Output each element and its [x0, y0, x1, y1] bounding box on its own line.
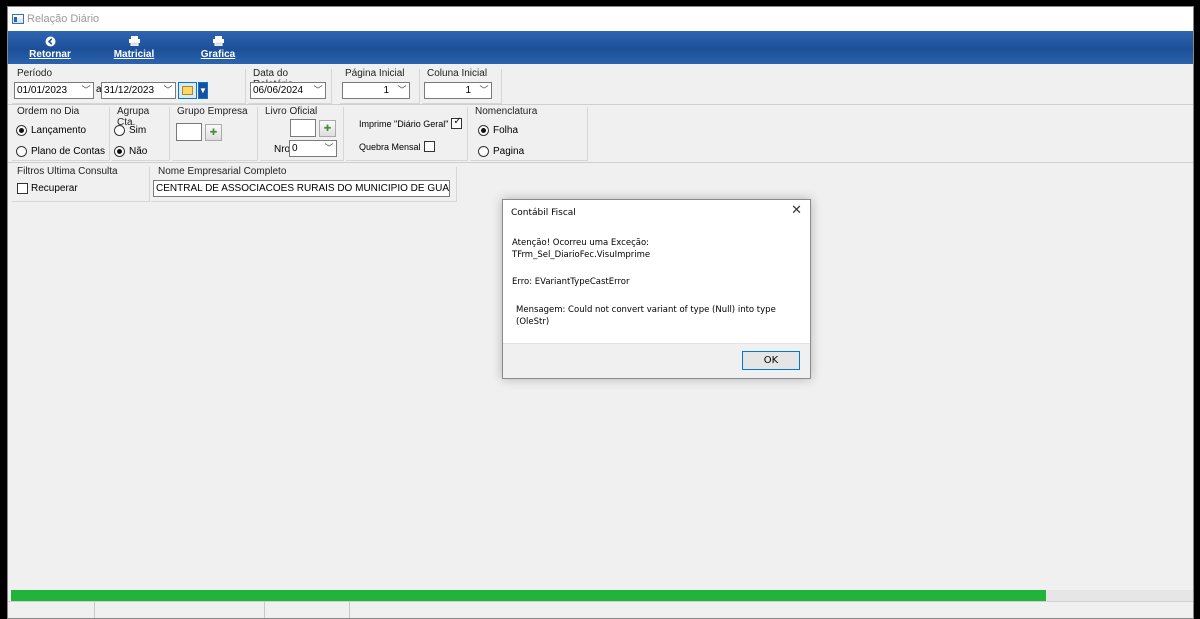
chevron-down-icon[interactable]: ﹀	[161, 83, 175, 98]
radio-sim[interactable]: Sim	[114, 125, 146, 136]
status-cell	[8, 602, 95, 618]
ok-button[interactable]: OK	[742, 351, 800, 370]
data-relatorio-field[interactable]: 06/06/2024 ﹀	[250, 82, 326, 99]
calendar-icon	[182, 86, 193, 95]
radio-pagina[interactable]: Pagina	[478, 146, 524, 157]
error-dialog: Contábil Fiscal ✕ Atenção! Ocorreu uma E…	[502, 199, 811, 379]
quebra-mensal-check[interactable]	[423, 141, 435, 152]
printer-icon	[128, 35, 140, 49]
nomenclatura-label: Nomenclatura	[474, 106, 539, 117]
radio-lancamento-circle[interactable]	[16, 125, 27, 136]
row-separator	[8, 104, 1193, 105]
periodo-to-value: 31/12/2023	[104, 85, 155, 96]
retornar-button[interactable]: Retornar	[8, 31, 92, 64]
dialog-line-4: Mensagem: Could not convert variant of t…	[516, 305, 776, 327]
pagina-inicial-label: Página Inicial	[344, 68, 406, 79]
nro-value: 0	[292, 143, 298, 154]
pagina-inicial-value: 1	[383, 85, 389, 96]
coluna-inicial-field[interactable]: 1 ﹀	[424, 82, 492, 99]
row-separator	[8, 162, 1193, 163]
radio-plano-de-contas[interactable]: Plano de Contas	[16, 146, 105, 157]
radio-lancamento[interactable]: Lançamento	[16, 125, 86, 136]
ordem-label: Ordem no Dia	[16, 106, 81, 117]
recuperar-checkbox[interactable]: Recuperar	[17, 183, 78, 194]
coluna-inicial-label: Coluna Inicial	[426, 68, 489, 79]
radio-plano-de-contas-label: Plano de Contas	[31, 146, 105, 157]
coluna-inicial-value: 1	[465, 85, 471, 96]
imprime-group	[346, 107, 468, 161]
radio-pagina-circle[interactable]	[478, 146, 489, 157]
chevron-down-icon[interactable]: ﹀	[395, 83, 409, 98]
matricial-label: Matricial	[113, 48, 155, 60]
dialog-line-2: TFrm_Sel_DiarioFec.VisuImprime	[512, 250, 651, 260]
nro-label: Nro	[274, 144, 291, 155]
livro-oficial-label: Livro Oficial	[264, 106, 319, 117]
nome-empresarial-field[interactable]: CENTRAL DE ASSOCIACOES RURAIS DO MUNICIP…	[153, 180, 450, 197]
radio-nao-label: Não	[129, 146, 148, 157]
grupo-empresa-label: Grupo Empresa	[176, 106, 249, 117]
grupo-empresa-input[interactable]	[176, 123, 202, 141]
imprime-diario-geral-label: Imprime "Diário Geral"	[359, 118, 449, 129]
radio-folha-circle[interactable]	[478, 125, 489, 136]
livro-oficial-input[interactable]	[290, 119, 316, 137]
dialog-line-3: Erro: EVariantTypeCastError	[512, 277, 630, 287]
dialog-title: Contábil Fiscal	[511, 208, 576, 218]
pagina-inicial-field[interactable]: 1 ﹀	[342, 82, 410, 99]
periodo-from-value: 01/01/2023	[17, 85, 68, 96]
grafica-label: Grafica	[200, 48, 236, 60]
chevron-down-icon[interactable]: ﹀	[477, 83, 491, 98]
app-window-icon	[12, 14, 24, 24]
calendar-dropdown-button[interactable]: ▼	[198, 82, 208, 99]
recuperar-check[interactable]	[17, 183, 28, 194]
chevron-down-icon[interactable]: ﹀	[311, 83, 325, 98]
back-arrow-icon	[45, 36, 56, 49]
radio-nao[interactable]: Não	[114, 146, 147, 157]
data-relatorio-value: 06/06/2024	[253, 85, 304, 96]
radio-folha[interactable]: Folha	[478, 125, 518, 136]
recuperar-label: Recuperar	[31, 183, 78, 194]
search-add-icon: ✚	[323, 123, 332, 133]
matricial-button[interactable]: Matricial	[92, 31, 176, 64]
quebra-mensal-label: Quebra Mensal	[359, 141, 421, 152]
dialog-line-1: Atenção! Ocorreu uma Exceção:	[512, 238, 650, 248]
radio-pagina-label: Pagina	[493, 146, 525, 157]
triangle-down-icon: ▼	[199, 86, 207, 95]
periodo-from-field[interactable]: 01/01/2023 ﹀	[14, 82, 94, 99]
status-bar	[8, 601, 1193, 618]
title-bar: Relação Diário	[8, 7, 1193, 31]
chevron-down-icon[interactable]: ﹀	[322, 141, 336, 156]
quebra-mensal-checkbox[interactable]: Quebra Mensal	[359, 141, 435, 152]
radio-sim-circle[interactable]	[114, 125, 125, 136]
grafica-button[interactable]: Grafica	[176, 31, 260, 64]
toolbar: Retornar Matricial Grafica	[8, 31, 1193, 64]
periodo-label: Período	[16, 68, 54, 79]
progress-fill	[11, 590, 1046, 601]
filtros-label: Filtros Ultima Consulta	[16, 166, 119, 177]
nome-empresarial-label: Nome Empresarial Completo	[157, 166, 288, 177]
livro-oficial-search-button[interactable]: ✚	[319, 120, 336, 137]
radio-sim-label: Sim	[129, 125, 147, 136]
periodo-to-field[interactable]: 31/12/2023 ﹀	[101, 82, 176, 99]
calendar-button[interactable]	[178, 82, 197, 99]
printer-icon	[212, 35, 224, 49]
radio-lancamento-label: Lançamento	[31, 125, 87, 136]
status-cell	[95, 602, 265, 618]
nro-field[interactable]: 0 ﹀	[289, 140, 337, 157]
radio-nao-circle[interactable]	[114, 146, 125, 157]
imprime-diario-geral-checkbox[interactable]: Imprime "Diário Geral"	[359, 116, 463, 129]
status-cell	[265, 602, 350, 618]
search-add-icon: ✚	[209, 127, 218, 137]
close-icon[interactable]: ✕	[791, 203, 802, 218]
window-title: Relação Diário	[27, 13, 100, 25]
grupo-empresa-search-button[interactable]: ✚	[205, 124, 222, 141]
progress-bar	[11, 590, 1193, 601]
radio-plano-de-contas-circle[interactable]	[16, 146, 27, 157]
retornar-label: Retornar	[29, 48, 71, 60]
radio-folha-label: Folha	[493, 125, 519, 136]
dialog-footer: OK	[503, 343, 810, 378]
report-window: Relação Diário Retornar Matricial Grafic…	[7, 6, 1194, 619]
chevron-down-icon[interactable]: ﹀	[79, 83, 93, 98]
imprime-diario-geral-check[interactable]	[451, 116, 463, 129]
